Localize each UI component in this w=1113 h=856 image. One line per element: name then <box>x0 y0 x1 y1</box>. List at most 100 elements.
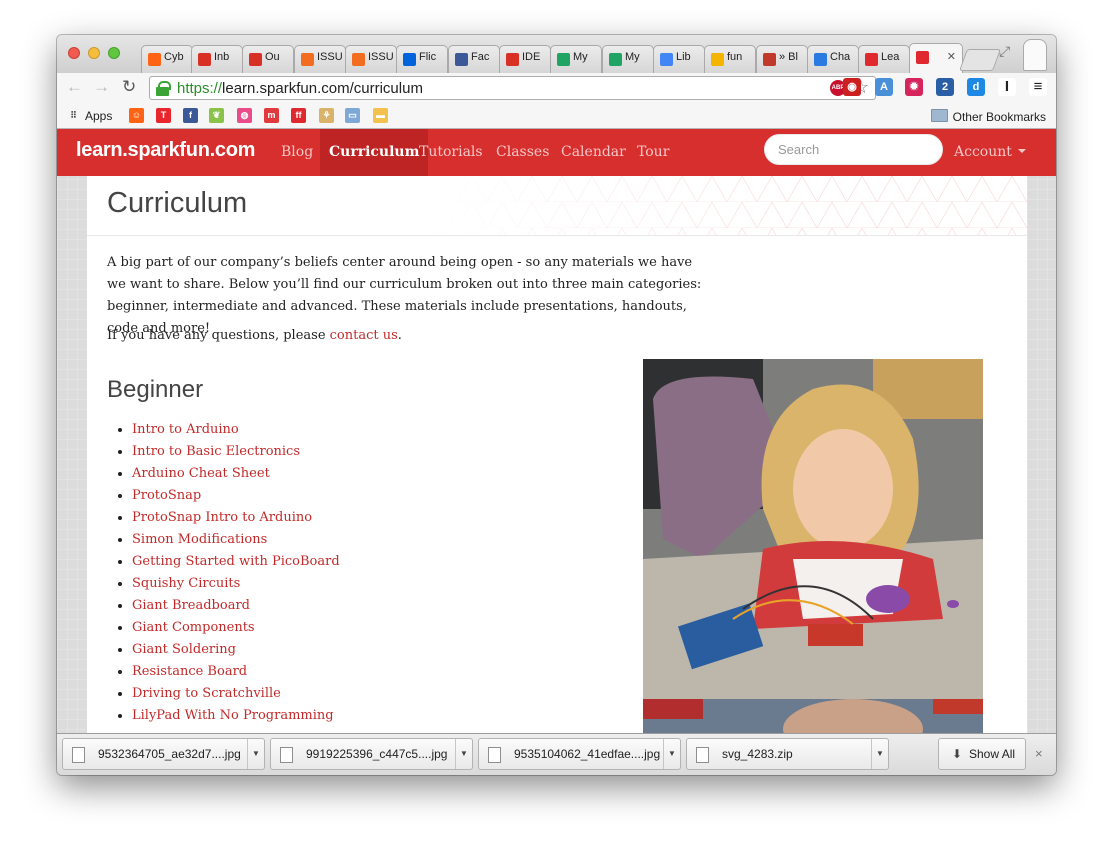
account-menu[interactable]: Account <box>954 144 1026 160</box>
nav-blog[interactable]: Blog <box>281 144 313 160</box>
facebook-icon <box>455 53 468 66</box>
instapaper-icon[interactable]: I <box>998 78 1016 96</box>
tab-8[interactable]: My <box>550 45 602 73</box>
gmail-icon <box>198 53 211 66</box>
nav-tutorials[interactable]: Tutorials <box>419 144 483 160</box>
page-title: Curriculum <box>107 187 248 219</box>
search-input[interactable] <box>764 134 943 165</box>
tab-label: Cyb <box>164 51 184 63</box>
translate-icon[interactable]: A <box>875 78 893 96</box>
section-title-beginner: Beginner <box>107 376 204 403</box>
curriculum-link[interactable]: Getting Started with PicoBoard <box>132 554 340 569</box>
slides-icon <box>711 53 724 66</box>
curriculum-link[interactable]: ProtoSnap <box>132 488 201 503</box>
tab-6[interactable]: Fac <box>448 45 500 73</box>
issuu-icon <box>301 53 314 66</box>
close-window-button[interactable] <box>68 47 80 59</box>
nav-tour[interactable]: Tour <box>637 144 669 160</box>
curriculum-link[interactable]: Intro to Arduino <box>132 422 239 437</box>
download-item[interactable]: 9532364705_ae32d7....jpg ▼ <box>62 738 265 770</box>
curriculum-link[interactable]: LilyPad With No Programming <box>132 708 334 723</box>
contact-us-link[interactable]: contact us <box>330 328 398 343</box>
tab-3[interactable]: ISSU <box>294 45 346 73</box>
nav-curriculum[interactable]: Curriculum <box>320 129 429 176</box>
chevron-down-icon[interactable]: ▼ <box>455 739 472 769</box>
tab-label: Cha <box>830 51 851 63</box>
zoom-window-button[interactable] <box>108 47 120 59</box>
site-brand-link[interactable]: learn.sparkfun.com <box>76 139 255 162</box>
tab-0[interactable]: Cyb <box>141 45 193 73</box>
profile-avatar-icon[interactable] <box>1023 39 1047 71</box>
questions-period: . <box>397 328 402 343</box>
list-item: ProtoSnap <box>132 485 340 507</box>
close-downloads-icon[interactable]: × <box>1035 746 1043 761</box>
download-item[interactable]: 9535104062_41edfae....jpg ▼ <box>478 738 681 770</box>
tab-15[interactable]: ✕ <box>909 43 963 73</box>
address-bar[interactable]: https://learn.sparkfun.com/curriculum AB… <box>149 76 876 100</box>
meetup-icon[interactable]: m <box>264 108 279 123</box>
download-item[interactable]: svg_4283.zip ▼ <box>686 738 889 770</box>
apps-grid-icon[interactable]: ⠿ <box>66 108 81 123</box>
nav-calendar[interactable]: Calendar <box>561 144 626 160</box>
curriculum-link[interactable]: Driving to Scratchville <box>132 686 281 701</box>
url-scheme: https:// <box>177 80 223 97</box>
tab-1[interactable]: Inb <box>191 45 243 73</box>
back-icon[interactable]: ← <box>66 78 83 96</box>
folder-icon[interactable]: ▭ <box>345 108 360 123</box>
show-all-downloads-button[interactable]: ⬇ Show All <box>938 738 1026 770</box>
close-tab-icon[interactable]: ✕ <box>947 50 956 63</box>
gmail-icon <box>506 53 519 66</box>
dribbble-icon[interactable]: ◍ <box>237 108 252 123</box>
curriculum-link[interactable]: Intro to Basic Electronics <box>132 444 300 459</box>
stop-icon[interactable]: ◉ <box>843 78 861 96</box>
forward-icon[interactable]: → <box>93 78 110 96</box>
t-icon[interactable]: T <box>156 108 171 123</box>
tab-10[interactable]: Lib <box>653 45 705 73</box>
show-all-label: Show All <box>969 747 1016 761</box>
tab-label: Lib <box>676 51 691 63</box>
list-item: Giant Components <box>132 617 340 639</box>
splat-icon[interactable]: ✹ <box>905 78 923 96</box>
bookmark-apps[interactable]: Apps <box>85 109 112 123</box>
box-icon[interactable]: ▬ <box>373 108 388 123</box>
tab-13[interactable]: Cha <box>807 45 859 73</box>
tab-4[interactable]: ISSU <box>345 45 397 73</box>
chevron-down-icon[interactable]: ▼ <box>871 739 888 769</box>
reddit-icon[interactable]: ☺ <box>129 108 144 123</box>
leaf-icon[interactable]: ❦ <box>209 108 224 123</box>
triangle-pattern <box>427 176 1027 235</box>
tab-12[interactable]: » Bl <box>756 45 808 73</box>
curriculum-link[interactable]: Resistance Board <box>132 664 247 679</box>
chevron-down-icon[interactable]: ▼ <box>247 739 264 769</box>
curriculum-link[interactable]: Giant Breadboard <box>132 598 250 613</box>
curriculum-link[interactable]: ProtoSnap Intro to Arduino <box>132 510 312 525</box>
curriculum-link[interactable]: Simon Modifications <box>132 532 267 547</box>
curriculum-link[interactable]: Arduino Cheat Sheet <box>132 466 270 481</box>
ghostery-icon[interactable]: 2 <box>936 78 954 96</box>
nav-classes[interactable]: Classes <box>496 144 549 160</box>
list-item: Intro to Basic Electronics <box>132 441 340 463</box>
tab-2[interactable]: Ou <box>242 45 294 73</box>
minimize-window-button[interactable] <box>88 47 100 59</box>
menu-icon[interactable]: ≡ <box>1029 78 1047 96</box>
chevron-down-icon[interactable]: ▼ <box>663 739 680 769</box>
new-tab-button[interactable] <box>958 49 1002 71</box>
curriculum-link[interactable]: Giant Soldering <box>132 642 236 657</box>
tab-14[interactable]: Lea <box>858 45 910 73</box>
facebook-icon[interactable]: f <box>183 108 198 123</box>
tab-5[interactable]: Flic <box>396 45 448 73</box>
curriculum-link[interactable]: Squishy Circuits <box>132 576 240 591</box>
download-item[interactable]: 9919225396_c447c5....jpg ▼ <box>270 738 473 770</box>
folder-icon <box>930 109 948 122</box>
reload-icon[interactable]: ↻ <box>122 78 136 96</box>
tab-7[interactable]: IDE <box>499 45 551 73</box>
fullscreen-icon[interactable]: ⤢ <box>999 43 1010 60</box>
other-bookmarks[interactable]: Other Bookmarks <box>930 109 1046 124</box>
curriculum-link[interactable]: Giant Components <box>132 620 255 635</box>
beginner-list: Intro to Arduino Intro to Basic Electroni… <box>112 419 340 727</box>
tab-11[interactable]: fun <box>704 45 756 73</box>
d-icon[interactable]: d <box>967 78 985 96</box>
tab-9[interactable]: My <box>602 45 654 73</box>
wheat-icon[interactable]: ⚘ <box>319 108 334 123</box>
ffffound-icon[interactable]: ff <box>291 108 306 123</box>
